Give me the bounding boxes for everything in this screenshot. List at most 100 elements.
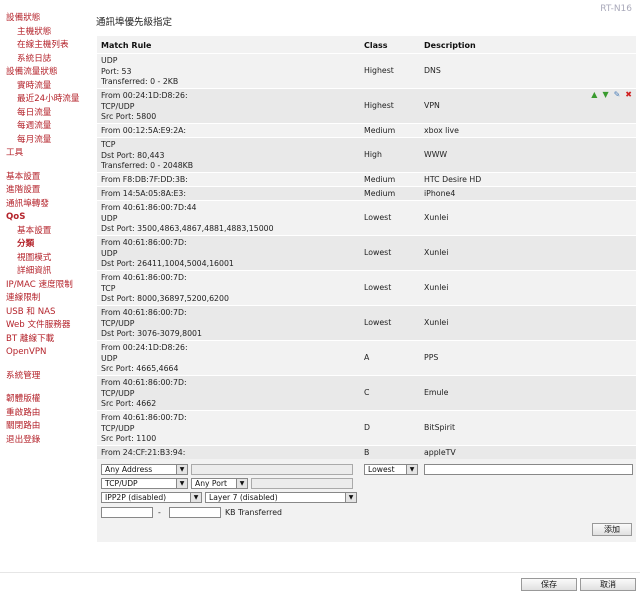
table-row[interactable]: From 40:61:86:00:7D:44 UDP Dst Port: 3500,… xyxy=(97,200,636,235)
sidebar-item[interactable]: 每日流量 xyxy=(6,107,94,121)
transferred-max-input[interactable] xyxy=(169,507,221,518)
table-row[interactable]: From 00:24:1D:D8:26: UDP Src Port: 4665,46… xyxy=(97,340,636,375)
match-rule-line: TCP/UDP xyxy=(101,388,135,398)
sidebar-item[interactable]: 系統管理 xyxy=(6,370,94,384)
header-description: Description xyxy=(424,41,476,50)
address-input[interactable] xyxy=(191,464,353,475)
match-rule-line: Transferred: 0 - 2048KB xyxy=(101,161,194,170)
match-rule-cell: From 00:24:1D:D8:26: TCP/UDP Src Port: 580… xyxy=(101,91,188,123)
sidebar-item[interactable]: OpenVPN xyxy=(6,346,94,360)
row-actions: ▲ ▼ ✎ ✖ xyxy=(591,91,632,99)
edit-icon[interactable]: ✎ xyxy=(614,91,621,99)
description-cell: VPN xyxy=(424,100,440,110)
sidebar-item[interactable]: 在線主機列表 xyxy=(6,39,94,53)
sidebar-item[interactable]: QoS xyxy=(6,211,94,225)
table-row[interactable]: From 24:CF:21:B3:94: BappleTV xyxy=(97,445,636,459)
match-rule-line: From 40:61:86:00:7D:44 xyxy=(101,203,197,212)
sidebar-item[interactable]: 連線限制 xyxy=(6,292,94,306)
class-cell: A xyxy=(364,352,370,362)
protocol-select[interactable]: TCP/UDP ▼ xyxy=(101,478,188,489)
table-row[interactable]: UDP Port: 53 Transferred: 0 - 2KB Highest DN… xyxy=(97,53,636,88)
sidebar-item[interactable]: 實時流量 xyxy=(6,80,94,94)
sidebar-item[interactable]: 退出登錄 xyxy=(6,434,94,448)
description-cell: Xunlei xyxy=(424,282,449,292)
sidebar-item[interactable]: 視圖模式 xyxy=(6,252,94,266)
table-row[interactable]: From 00:24:1D:D8:26: TCP/UDP Src Port: 580… xyxy=(97,88,636,123)
description-cell: WWW xyxy=(424,149,448,159)
table-row[interactable]: From 40:61:86:00:7D: TCP/UDP Src Port: 110… xyxy=(97,410,636,445)
table-row[interactable]: From 40:61:86:00:7D: TCP/UDP Dst Port: 307… xyxy=(97,305,636,340)
footer-divider xyxy=(0,572,640,573)
ipp2p-select[interactable]: IPP2P (disabled) ▼ xyxy=(101,492,202,503)
model-label: RT-N16 xyxy=(600,4,632,14)
transferred-min-input[interactable] xyxy=(101,507,153,518)
match-rule-line: Dst Port: 3076-3079,8001 xyxy=(101,329,202,338)
description-cell: HTC Desire HD xyxy=(424,174,482,184)
class-cell: Highest xyxy=(364,65,394,75)
delete-icon[interactable]: ✖ xyxy=(625,91,632,99)
match-rule-line: Dst Port: 80,443 xyxy=(101,150,165,160)
table-row[interactable]: From 00:12:5A:E9:2A: Medium xbox live xyxy=(97,123,636,137)
match-rule-cell: TCP Dst Port: 80,443 Transferred: 0 - 2048… xyxy=(101,140,193,172)
sidebar-item[interactable]: 通訊埠轉發 xyxy=(6,198,94,212)
sidebar-item[interactable]: 關閉路由 xyxy=(6,420,94,434)
sidebar-item[interactable]: BT 離線下載 xyxy=(6,333,94,347)
sidebar-item[interactable]: 設備流量狀態 xyxy=(6,66,94,80)
sidebar-item[interactable]: 每週流量 xyxy=(6,120,94,134)
sidebar-item[interactable]: 進階設置 xyxy=(6,184,94,198)
match-rule-cell: From 14:5A:05:8A:E3: xyxy=(101,189,186,200)
description-input[interactable] xyxy=(424,464,633,475)
layer7-select[interactable]: Layer 7 (disabled) ▼ xyxy=(205,492,357,503)
match-rule-cell: From 40:61:86:00:7D: UDP Dst Port: 26411,1… xyxy=(101,238,234,270)
class-select[interactable]: Lowest ▼ xyxy=(364,464,418,475)
sidebar-item[interactable]: 韌體版權 xyxy=(6,393,94,407)
sidebar-item[interactable]: IP/MAC 速度限制 xyxy=(6,279,94,293)
class-cell: Medium xyxy=(364,174,396,184)
save-button[interactable]: 保存 xyxy=(521,578,577,591)
match-rule-cell: From 40:61:86:00:7D: TCP/UDP Src Port: 466… xyxy=(101,378,187,410)
sidebar-item[interactable]: USB 和 NAS xyxy=(6,306,94,320)
sidebar-item[interactable]: 基本設置 xyxy=(6,171,94,185)
address-type-select[interactable]: Any Address ▼ xyxy=(101,464,188,475)
class-cell: High xyxy=(364,149,382,159)
description-cell: Emule xyxy=(424,387,449,397)
table-row[interactable]: From 40:61:86:00:7D: TCP Dst Port: 8000,36… xyxy=(97,270,636,305)
chevron-down-icon: ▼ xyxy=(236,479,247,488)
description-cell: PPS xyxy=(424,352,439,362)
cancel-button[interactable]: 取消 xyxy=(580,578,636,591)
table-row[interactable]: From F8:DB:7F:DD:3B: Medium HTC Desire HD xyxy=(97,172,636,186)
port-input[interactable] xyxy=(251,478,353,489)
match-rule-line: Port: 53 xyxy=(101,66,132,76)
sidebar-item[interactable]: 系統日誌 xyxy=(6,53,94,67)
sidebar-item[interactable]: 重啟路由 xyxy=(6,407,94,421)
match-rule-line: Src Port: 4662 xyxy=(101,399,157,408)
match-rule-cell: UDP Port: 53 Transferred: 0 - 2KB xyxy=(101,56,178,88)
match-rule-line: Src Port: 4665,4664 xyxy=(101,364,179,373)
class-cell: Medium xyxy=(364,188,396,198)
sidebar-item[interactable]: 工具 xyxy=(6,147,94,161)
sidebar-item[interactable]: Web 文件服務器 xyxy=(6,319,94,333)
port-type-select[interactable]: Any Port ▼ xyxy=(191,478,248,489)
sidebar-item[interactable]: 每月流量 xyxy=(6,134,94,148)
table-row[interactable]: TCP Dst Port: 80,443 Transferred: 0 - 2048… xyxy=(97,137,636,172)
class-cell: Medium xyxy=(364,125,396,135)
description-cell: Xunlei xyxy=(424,212,449,222)
table-row[interactable]: From 40:61:86:00:7D: TCP/UDP Src Port: 466… xyxy=(97,375,636,410)
move-up-icon[interactable]: ▲ xyxy=(591,91,597,99)
sidebar-item[interactable]: 最近24小時流量 xyxy=(6,93,94,107)
sidebar-item[interactable]: 基本設置 xyxy=(6,225,94,239)
match-rule-line: UDP xyxy=(101,56,118,65)
add-button[interactable]: 添加 xyxy=(592,523,632,536)
sidebar-item[interactable]: 設備狀態 xyxy=(6,12,94,26)
sidebar-item[interactable]: 主機狀態 xyxy=(6,26,94,40)
move-down-icon[interactable]: ▼ xyxy=(602,91,608,99)
sidebar-item[interactable]: 分類 xyxy=(6,238,94,252)
sidebar-item[interactable]: 詳細資訊 xyxy=(6,265,94,279)
match-rule-line: From 14:5A:05:8A:E3: xyxy=(101,189,186,198)
table-row[interactable]: From 40:61:86:00:7D: UDP Dst Port: 26411,1… xyxy=(97,235,636,270)
table-row[interactable]: From 14:5A:05:8A:E3: Medium iPhone4 xyxy=(97,186,636,200)
match-rule-line: Dst Port: 3500,4863,4867,4881,4883,15000 xyxy=(101,224,274,233)
add-rule-form: Any Address ▼ TCP/UDP ▼ Any Port ▼ IPP2P (d… xyxy=(97,461,636,536)
